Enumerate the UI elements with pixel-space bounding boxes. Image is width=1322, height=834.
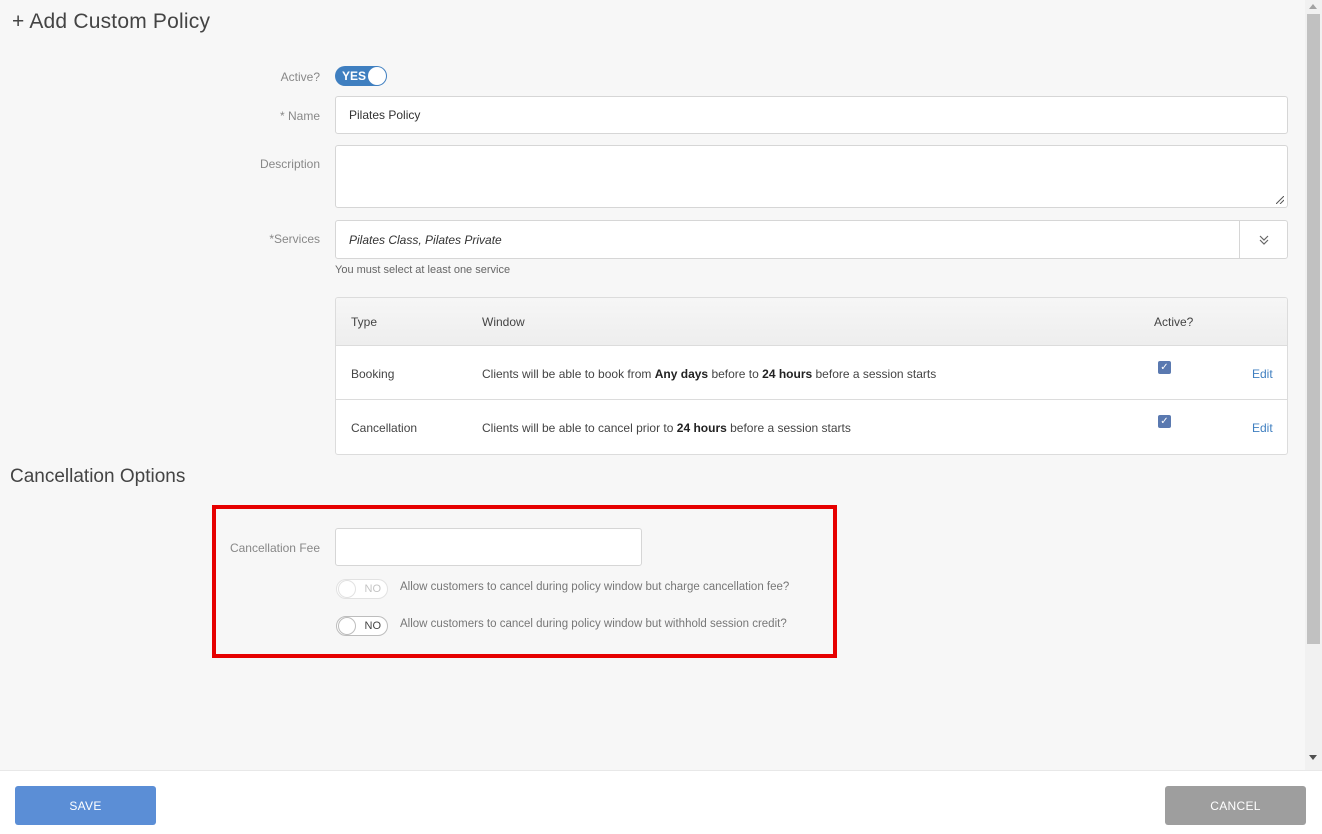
description-textarea[interactable]	[335, 145, 1288, 208]
services-select[interactable]: Pilates Class, Pilates Private	[335, 220, 1288, 259]
description-label: Description	[259, 157, 320, 171]
scroll-up-icon[interactable]	[1309, 4, 1317, 9]
row-type: Cancellation	[351, 421, 418, 435]
policy-windows-table: Type Window Active? Booking Clients will…	[335, 297, 1288, 455]
row-window: Clients will be able to book from Any da…	[482, 367, 937, 381]
row-type: Booking	[351, 367, 395, 381]
chevron-double-down-icon[interactable]	[1239, 221, 1287, 259]
scrollbar-thumb[interactable]	[1307, 14, 1320, 644]
vertical-scrollbar[interactable]	[1305, 0, 1322, 770]
header-window: Window	[482, 315, 525, 329]
row-window: Clients will be able to cancel prior to …	[482, 421, 851, 435]
toggle-knob	[368, 67, 386, 85]
name-label: * Name	[279, 109, 320, 123]
name-input[interactable]: Pilates Policy	[335, 96, 1288, 134]
footer-bar: SAVE CANCEL	[0, 770, 1322, 834]
header-active: Active?	[1154, 315, 1194, 329]
table-header: Type Window Active?	[336, 298, 1287, 346]
active-checkbox[interactable]: ✓	[1158, 361, 1171, 374]
edit-link[interactable]: Edit	[1252, 421, 1273, 435]
scroll-down-icon[interactable]	[1309, 755, 1317, 760]
edit-link[interactable]: Edit	[1252, 367, 1273, 381]
active-toggle[interactable]: YES	[335, 66, 387, 86]
active-label: Active?	[280, 70, 320, 84]
services-select-value: Pilates Class, Pilates Private	[349, 233, 502, 247]
cancel-button[interactable]: CANCEL	[1165, 786, 1306, 825]
name-input-value: Pilates Policy	[349, 108, 421, 122]
resize-grip-icon[interactable]	[1276, 196, 1284, 204]
header-type: Type	[351, 315, 378, 329]
services-hint: You must select at least one service	[335, 264, 511, 276]
page-title: + Add Custom Policy	[12, 10, 211, 33]
table-row-booking: Booking Clients will be able to book fro…	[336, 347, 1287, 400]
highlight-box	[212, 505, 837, 658]
table-row-cancellation: Cancellation Clients will be able to can…	[336, 401, 1287, 454]
cancellation-options-title: Cancellation Options	[10, 466, 186, 487]
services-label: *Services	[269, 232, 320, 246]
form-viewport: + Add Custom Policy Active? YES * Name P…	[0, 0, 1305, 770]
active-checkbox[interactable]: ✓	[1158, 415, 1171, 428]
save-button[interactable]: SAVE	[15, 786, 156, 825]
active-toggle-text: YES	[342, 69, 367, 83]
